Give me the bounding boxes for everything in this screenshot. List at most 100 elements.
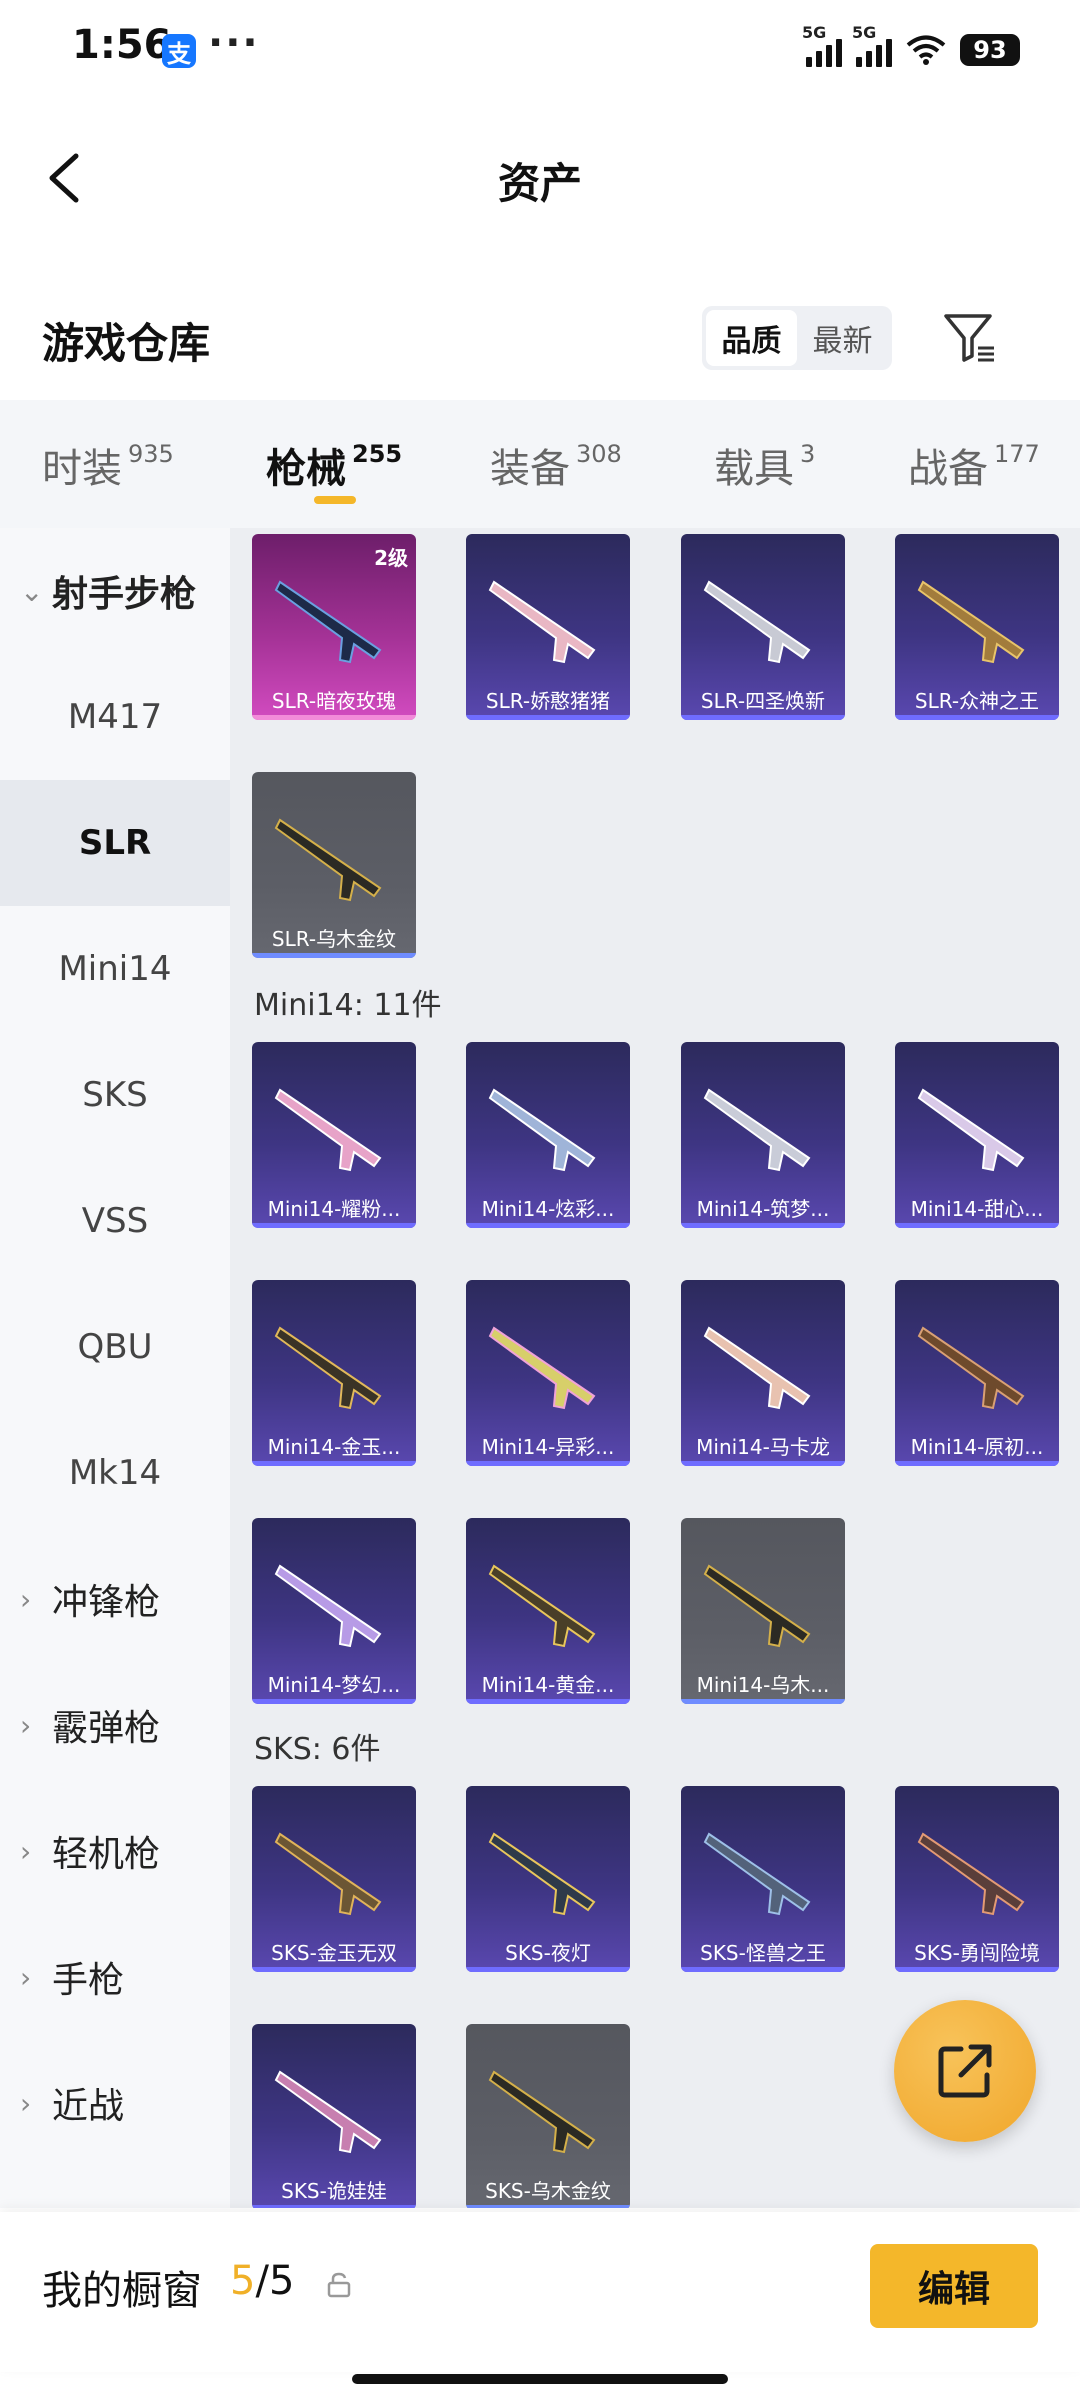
item-name: Mini14-马卡龙 [696, 1435, 830, 1459]
edit-button[interactable]: 编辑 [870, 2244, 1038, 2328]
sidebar-item-slr[interactable]: SLR [0, 780, 230, 906]
rifle-icon [274, 1088, 382, 1172]
tab-fashion[interactable]: 时装 935 [42, 436, 174, 494]
sort-newest-button[interactable]: 最新 [797, 310, 888, 366]
item-card[interactable]: SKS-诡娃娃 [252, 2024, 416, 2208]
item-card[interactable]: Mini14-黄金... [466, 1518, 630, 1704]
sidebar-item-mk14[interactable]: Mk14 [0, 1410, 230, 1536]
item-name: Mini14-梦幻... [267, 1673, 401, 1697]
item-name: SKS-勇闯险境 [914, 1941, 1040, 1965]
item-card[interactable]: SLR-四圣焕新 [681, 534, 845, 720]
item-card[interactable]: Mini14-梦幻... [252, 1518, 416, 1704]
item-name: Mini14-异彩... [481, 1435, 615, 1459]
tab-equipment[interactable]: 装备 308 [490, 436, 622, 494]
rarity-bar [466, 1699, 630, 1704]
item-name: Mini14-筑梦... [696, 1197, 830, 1221]
sidebar-group-marksman[interactable]: ⌄ 射手步枪 [0, 528, 230, 654]
sidebar-group-melee[interactable]: › 近战 [0, 2040, 230, 2166]
item-name: Mini14-耀粉... [267, 1197, 401, 1221]
chevron-right-icon: › [20, 1582, 32, 1616]
item-name: SKS-夜灯 [505, 1941, 591, 1965]
status-bar: 1:56 支 ··· 5G 5G 93 [0, 0, 1080, 100]
sidebar-item-qbu[interactable]: QBU [0, 1284, 230, 1410]
showcase-bar: 我的橱窗 5/5 编辑 [0, 2212, 1080, 2372]
item-card[interactable]: Mini14-筑梦... [681, 1042, 845, 1228]
sidebar-item-sks[interactable]: SKS [0, 1032, 230, 1158]
item-name: Mini14-金玉... [267, 1435, 401, 1459]
signal-5g-icon: 5G [852, 23, 892, 67]
item-card[interactable]: Mini14-耀粉... [252, 1042, 416, 1228]
sidebar-group-shotgun[interactable]: › 霰弹枪 [0, 1662, 230, 1788]
sort-quality-button[interactable]: 品质 [706, 310, 797, 366]
rifle-icon [703, 1088, 811, 1172]
item-name: Mini14-原初... [910, 1435, 1044, 1459]
sidebar-group-smg[interactable]: › 冲锋枪 [0, 1536, 230, 1662]
lock-icon [327, 2272, 351, 2298]
rarity-bar [252, 1223, 416, 1228]
page-title: 资产 [497, 159, 582, 208]
share-fab-button[interactable] [894, 2000, 1036, 2142]
item-name: SLR-乌木金纹 [271, 927, 397, 951]
item-card[interactable]: SKS-金玉无双 [252, 1786, 416, 1972]
warehouse-bar: 游戏仓库 品质 最新 [0, 280, 1080, 400]
item-card[interactable]: SKS-夜灯 [466, 1786, 630, 1972]
rarity-bar [252, 2205, 416, 2208]
app-header: 资产 [0, 110, 1080, 250]
sidebar-item-vss[interactable]: VSS [0, 1158, 230, 1284]
sidebar-item-mini14[interactable]: Mini14 [0, 906, 230, 1032]
chevron-right-icon: › [20, 1708, 32, 1742]
item-name: SLR-四圣焕新 [700, 689, 826, 713]
sidebar-group-pistol[interactable]: › 手枪 [0, 1914, 230, 2040]
rifle-icon [917, 1088, 1025, 1172]
home-indicator[interactable] [352, 2374, 728, 2384]
rifle-icon [274, 1832, 382, 1916]
status-indicators: 5G 5G 93 [802, 23, 1020, 72]
filter-icon[interactable] [940, 308, 1000, 368]
rifle-icon [917, 1832, 1025, 1916]
item-name: Mini14-炫彩... [481, 1197, 615, 1221]
rifle-icon [917, 580, 1025, 664]
item-card[interactable]: SKS-乌木金纹 [466, 2024, 630, 2208]
tab-supplies[interactable]: 战备 177 [908, 436, 1040, 494]
sort-toggle: 品质 最新 [702, 306, 892, 370]
active-tab-indicator [314, 496, 356, 504]
item-card[interactable]: Mini14-甜心... [895, 1042, 1059, 1228]
status-time: 1:56 [72, 22, 172, 68]
rifle-icon [274, 580, 382, 664]
item-card[interactable]: SLR-众神之王 [895, 534, 1059, 720]
rarity-bar [681, 1699, 845, 1704]
sidebar-item-m417[interactable]: M417 [0, 654, 230, 780]
tab-vehicles[interactable]: 载具 3 [714, 436, 815, 494]
item-name: SLR-众神之王 [914, 689, 1040, 713]
chevron-right-icon: › [20, 2086, 32, 2120]
item-card[interactable]: Mini14-原初... [895, 1280, 1059, 1466]
item-card[interactable]: Mini14-马卡龙 [681, 1280, 845, 1466]
item-name: SKS-金玉无双 [271, 1941, 397, 1965]
wifi-icon [906, 35, 946, 65]
item-name: Mini14-乌木... [696, 1673, 830, 1697]
rarity-bar [681, 1461, 845, 1466]
chevron-right-icon: › [20, 1834, 32, 1868]
item-card[interactable]: Mini14-异彩... [466, 1280, 630, 1466]
showcase-count: 5/5 [230, 2258, 295, 2304]
rarity-bar [895, 1967, 1059, 1972]
rarity-bar [466, 2205, 630, 2208]
rarity-bar [252, 1699, 416, 1704]
alipay-icon: 支 [162, 34, 196, 68]
item-card[interactable]: SKS-怪兽之王 [681, 1786, 845, 1972]
item-card[interactable]: SLR-乌木金纹 [252, 772, 416, 958]
item-card[interactable]: Mini14-炫彩... [466, 1042, 630, 1228]
sidebar-group-lmg[interactable]: › 轻机枪 [0, 1788, 230, 1914]
item-card[interactable]: Mini14-金玉... [252, 1280, 416, 1466]
item-card[interactable]: 2级 SLR-暗夜玫瑰 [252, 534, 416, 720]
rifle-icon [488, 1564, 596, 1648]
rifle-icon [488, 580, 596, 664]
rifle-icon [274, 2070, 382, 2154]
item-card[interactable]: SKS-勇闯险境 [895, 1786, 1059, 1972]
item-card[interactable]: SLR-娇憨猪猪 [466, 534, 630, 720]
rarity-bar [466, 1461, 630, 1466]
item-card[interactable]: Mini14-乌木... [681, 1518, 845, 1704]
item-name: Mini14-黄金... [481, 1673, 615, 1697]
tab-weapons[interactable]: 枪械 255 [266, 436, 402, 494]
rarity-bar [252, 1461, 416, 1466]
